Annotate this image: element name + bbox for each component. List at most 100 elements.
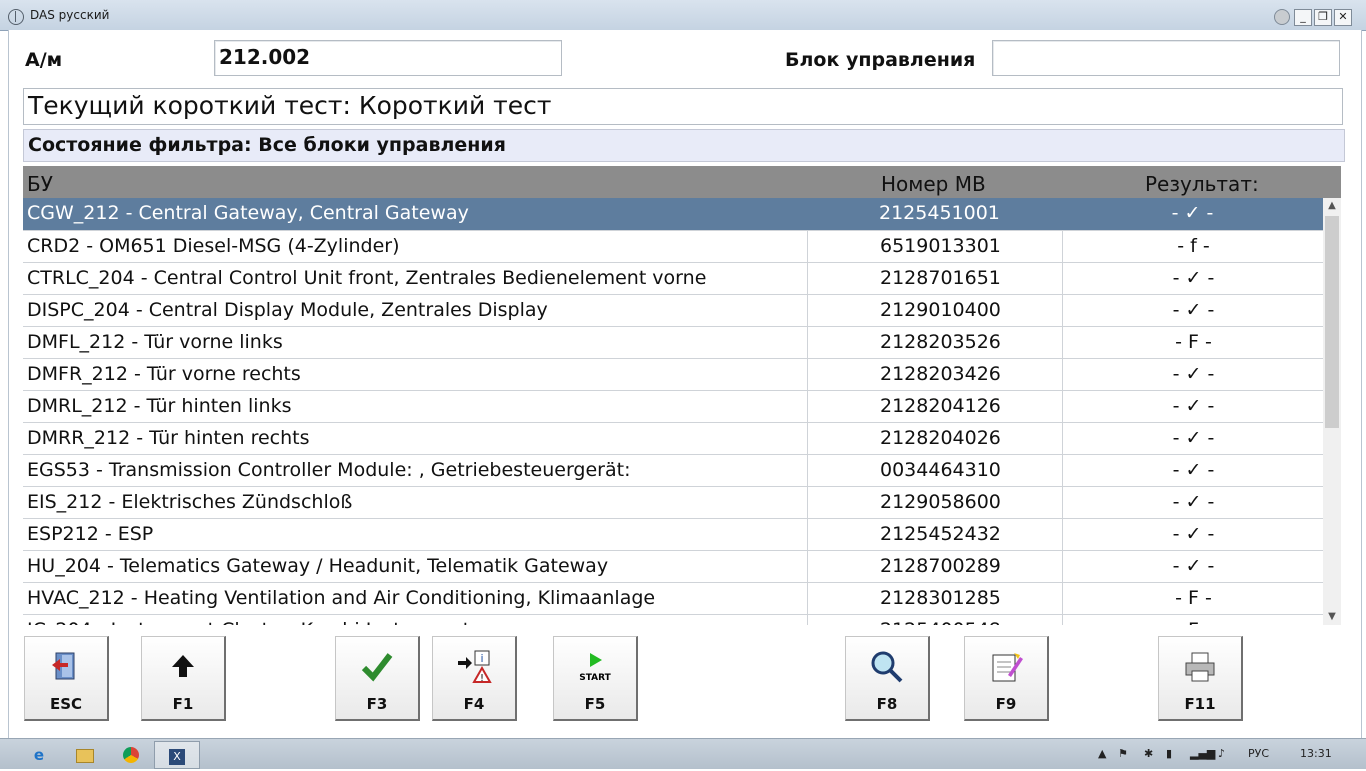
window-title: DAS русский — [30, 8, 110, 22]
result-cell: - ✓ - — [1062, 487, 1323, 518]
internet-explorer-icon[interactable]: e — [16, 741, 62, 769]
f11-label: F11 — [1184, 695, 1216, 713]
mb-number-text: 0034464310 — [880, 459, 1001, 481]
ecu-name-cell: DMRR_212 - Tür hinten rechts — [27, 427, 310, 449]
f1-label: F1 — [172, 695, 194, 713]
network-signal-icon[interactable]: ▂▄▆ — [1190, 747, 1215, 760]
ecu-name-cell: CRD2 - OM651 Diesel-MSG (4-Zylinder) — [27, 235, 400, 257]
svg-text:i: i — [480, 652, 483, 665]
ecu-name-cell: DMFR_212 - Tür vorne rechts — [27, 363, 301, 385]
battery-icon[interactable]: ▮ — [1166, 747, 1172, 760]
result-cell: - ✓ - — [1062, 519, 1323, 550]
table-row[interactable]: CTRLC_204 - Central Control Unit front, … — [23, 263, 1323, 295]
result-cell: - ✓ - — [1062, 391, 1323, 422]
mb-number-cell: 2129010400 — [807, 295, 1062, 326]
f1-button[interactable]: F1 — [141, 636, 226, 721]
mb-number-cell: 0034464310 — [807, 455, 1062, 486]
taskbar: e X ▲ ⚑ ✱ ▮ ▂▄▆ ♪ РУС 13:31 — [0, 738, 1366, 769]
table-row[interactable]: HU_204 - Telematics Gateway / Headunit, … — [23, 551, 1323, 583]
ecu-name-cell: CGW_212 - Central Gateway, Central Gatew… — [27, 202, 469, 224]
result-text: - ✓ - — [1171, 202, 1214, 224]
das-app-icon[interactable]: X — [154, 741, 200, 769]
start-icon-text: START — [579, 673, 611, 683]
f4-button[interactable]: i! F4 — [432, 636, 517, 721]
result-cell: - ✓ - — [1062, 423, 1323, 454]
f5-button[interactable]: START F5 — [553, 636, 638, 721]
file-explorer-icon[interactable] — [62, 741, 108, 769]
column-header-result[interactable]: Результат: — [1145, 172, 1259, 196]
result-text: - ✓ - — [1172, 491, 1215, 513]
column-header-ecu[interactable]: БУ — [27, 172, 53, 196]
ecu-name-cell: CTRLC_204 - Central Control Unit front, … — [27, 267, 707, 289]
show-hidden-icons-icon[interactable]: ▲ — [1098, 747, 1106, 760]
minimize-button[interactable]: _ — [1294, 9, 1312, 26]
scrollbar-thumb[interactable] — [1325, 216, 1339, 428]
table-row[interactable]: CGW_212 - Central Gateway, Central Gatew… — [23, 198, 1323, 231]
table-row[interactable]: IC_204 - Instrument Cluster, Kombi Instr… — [23, 615, 1323, 625]
svg-text:!: ! — [480, 673, 484, 684]
table-row[interactable]: DMRL_212 - Tür hinten links 2128204126 - ✓… — [23, 391, 1323, 423]
f9-button[interactable]: F9 — [964, 636, 1049, 721]
scroll-down-icon[interactable]: ▼ — [1323, 609, 1341, 625]
restore-button[interactable]: ❐ — [1314, 9, 1332, 26]
mb-number-cell: 2128301285 — [807, 583, 1062, 614]
ecu-name-cell: EIS_212 - Elektrisches Zündschloß — [27, 491, 353, 513]
mb-number-text: 2128203426 — [880, 363, 1001, 385]
bluetooth-icon[interactable]: ✱ — [1144, 747, 1153, 760]
close-button[interactable]: ✕ — [1334, 9, 1352, 26]
chrome-icon[interactable] — [108, 741, 154, 769]
table-row[interactable]: CRD2 - OM651 Diesel-MSG (4-Zylinder) 6519… — [23, 231, 1323, 263]
ecu-name-cell: EGS53 - Transmission Controller Module: … — [27, 459, 631, 481]
ecu-name-cell: HVAC_212 - Heating Ventilation and Air C… — [27, 587, 656, 609]
esc-button[interactable]: ESC — [24, 636, 109, 721]
result-cell: - ✓ - — [1062, 359, 1323, 390]
table-row[interactable]: DISPC_204 - Central Display Module, Zent… — [23, 295, 1323, 327]
result-text: - ✓ - — [1172, 459, 1215, 481]
title-bar: DAS русский _ ❐ ✕ — [0, 0, 1366, 31]
column-header-mb-number[interactable]: Номер MB — [881, 172, 986, 196]
f9-label: F9 — [995, 695, 1017, 713]
mb-number-text: 2125452432 — [880, 523, 1001, 545]
volume-icon[interactable]: ♪ — [1218, 747, 1225, 760]
mb-number-cell: 2128203526 — [807, 327, 1062, 358]
mb-number-text: 2125400548 — [880, 619, 1001, 625]
result-text: - f - — [1177, 235, 1210, 257]
main-frame: А/м 212.002 Блок управления Текущий коро… — [8, 30, 1362, 738]
f3-button[interactable]: F3 — [335, 636, 420, 721]
scroll-up-icon[interactable]: ▲ — [1323, 198, 1341, 214]
mb-number-text: 2129058600 — [880, 491, 1001, 513]
table-row[interactable]: DMRR_212 - Tür hinten rechts 2128204026 - … — [23, 423, 1323, 455]
result-text: - ✓ - — [1172, 267, 1215, 289]
result-cell: - ✓ - — [1062, 551, 1323, 582]
vehicle-field[interactable]: 212.002 — [214, 40, 562, 76]
language-indicator[interactable]: РУС — [1248, 747, 1269, 760]
table-scrollbar[interactable]: ▲ ▼ — [1323, 198, 1341, 625]
table-row[interactable]: DMFR_212 - Tür vorne rechts 2128203426 - ✓… — [23, 359, 1323, 391]
ecu-field[interactable] — [992, 40, 1340, 76]
table-header: БУ Номер MB Результат: — [23, 166, 1341, 198]
result-text: - F - — [1175, 619, 1212, 625]
mb-number-text: 2128301285 — [880, 587, 1001, 609]
f8-button[interactable]: F8 — [845, 636, 930, 721]
printer-icon — [1182, 649, 1218, 685]
result-cell: - ✓ - — [1062, 295, 1323, 326]
table-row[interactable]: EGS53 - Transmission Controller Module: … — [23, 455, 1323, 487]
mb-number-text: 2128700289 — [880, 555, 1001, 577]
table-row[interactable]: ESP212 - ESP 2125452432 - ✓ - — [23, 519, 1323, 551]
arrow-up-icon — [165, 649, 201, 685]
record-icon[interactable] — [1274, 9, 1290, 25]
table-row[interactable]: DMFL_212 - Tür vorne links 2128203526 - F … — [23, 327, 1323, 359]
result-cell: - F - — [1062, 615, 1323, 625]
result-text: - F - — [1175, 587, 1212, 609]
exit-door-icon — [48, 649, 84, 685]
result-cell: - f - — [1062, 231, 1323, 262]
current-test-text: Текущий короткий тест: Короткий тест — [23, 88, 1343, 125]
table-row[interactable]: HVAC_212 - Heating Ventilation and Air C… — [23, 583, 1323, 615]
ecu-name-cell: DMFL_212 - Tür vorne links — [27, 331, 283, 353]
table-row[interactable]: EIS_212 - Elektrisches Zündschloß 2129058… — [23, 487, 1323, 519]
action-center-icon[interactable]: ⚑ — [1118, 747, 1128, 760]
f3-label: F3 — [366, 695, 388, 713]
f8-label: F8 — [876, 695, 898, 713]
clock[interactable]: 13:31 — [1300, 747, 1332, 760]
f11-button[interactable]: F11 — [1158, 636, 1243, 721]
